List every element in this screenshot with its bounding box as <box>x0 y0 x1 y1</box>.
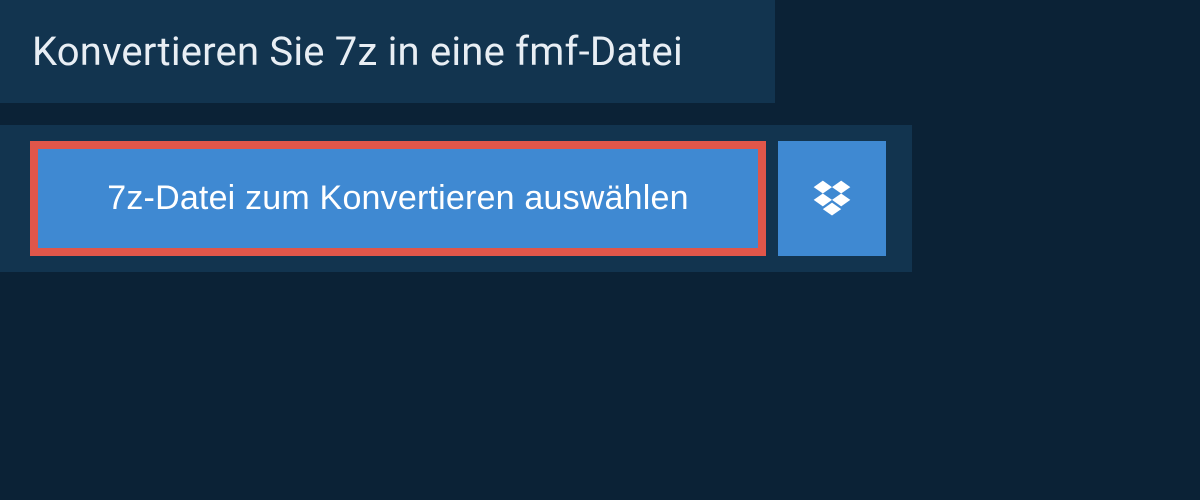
dropbox-button[interactable] <box>778 141 886 256</box>
uploader-panel: 7z-Datei zum Konvertieren auswählen <box>0 125 912 272</box>
dropbox-icon <box>810 177 854 221</box>
select-file-highlight: 7z-Datei zum Konvertieren auswählen <box>30 141 766 256</box>
uploader-row: 7z-Datei zum Konvertieren auswählen <box>30 141 894 256</box>
page-title: Konvertieren Sie 7z in eine fmf-Datei <box>32 28 775 75</box>
select-file-button[interactable]: 7z-Datei zum Konvertieren auswählen <box>38 149 758 248</box>
title-panel: Konvertieren Sie 7z in eine fmf-Datei <box>0 0 775 103</box>
